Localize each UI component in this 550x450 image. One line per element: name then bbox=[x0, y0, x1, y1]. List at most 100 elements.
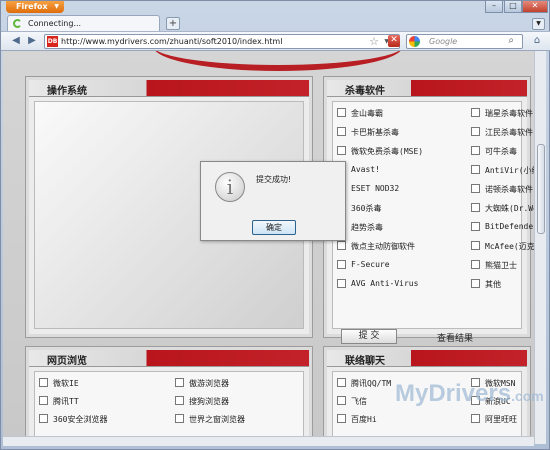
checkbox-label: 江民杀毒软件 bbox=[485, 128, 533, 137]
submit-button[interactable]: 提 交 bbox=[341, 329, 397, 344]
minimize-button[interactable]: – bbox=[485, 1, 503, 13]
checkbox[interactable] bbox=[471, 165, 480, 174]
maximize-button[interactable]: □ bbox=[504, 1, 522, 13]
checkbox-label: 卡巴斯基杀毒 bbox=[351, 128, 399, 137]
header-decoration bbox=[153, 51, 403, 71]
search-placeholder: Google bbox=[429, 37, 458, 46]
tab-list-button[interactable]: ▼ bbox=[532, 18, 545, 30]
checkbox-item[interactable]: 世界之窗浏览器 bbox=[175, 414, 295, 426]
checkbox[interactable] bbox=[471, 222, 480, 231]
view-results-link[interactable]: 查看结果 bbox=[437, 331, 473, 344]
checkbox-item[interactable]: McAfee(迈克 bbox=[471, 241, 534, 253]
checkbox[interactable] bbox=[337, 127, 346, 136]
checkbox[interactable] bbox=[471, 108, 480, 117]
checkbox-item[interactable]: 其他 bbox=[471, 279, 534, 291]
dialog-message: 提交成功! bbox=[256, 175, 292, 184]
panel-os-title: 操作系统 bbox=[47, 86, 87, 97]
checkbox-item[interactable]: 腾讯TT bbox=[39, 396, 159, 408]
checkbox-item[interactable]: BitDefender bbox=[471, 222, 534, 234]
checkbox[interactable] bbox=[471, 184, 480, 193]
panel-chat-header: 联络聊天 bbox=[327, 350, 527, 367]
chevron-down-icon: ▼ bbox=[54, 3, 59, 10]
checkbox-label: 金山毒霸 bbox=[351, 109, 383, 118]
ok-button[interactable]: 确定 bbox=[252, 220, 296, 235]
checkbox-label: 可牛杀毒 bbox=[485, 147, 517, 156]
checkbox[interactable] bbox=[337, 146, 346, 155]
checkbox[interactable] bbox=[39, 378, 48, 387]
panel-antivirus-body: 金山毒霸卡巴斯基杀毒微软免费杀毒(MSE) Avast! ESET NOD32 360… bbox=[332, 101, 534, 344]
home-button[interactable]: ⌂ bbox=[529, 35, 545, 48]
checkbox-item[interactable]: 微点主动防御软件 bbox=[337, 241, 449, 253]
checkbox[interactable] bbox=[471, 260, 480, 269]
checkbox[interactable] bbox=[471, 203, 480, 212]
checkbox[interactable] bbox=[471, 146, 480, 155]
panel-antivirus-title: 杀毒软件 bbox=[345, 86, 385, 97]
checkbox-item[interactable]: Avast! bbox=[337, 165, 449, 177]
checkbox[interactable] bbox=[337, 414, 346, 423]
checkbox-item[interactable]: 熊猫卫士 bbox=[471, 260, 534, 272]
checkbox-item[interactable]: 江民杀毒软件 bbox=[471, 127, 534, 139]
checkbox-item[interactable]: 卡巴斯基杀毒 bbox=[337, 127, 449, 139]
checkbox[interactable] bbox=[471, 279, 480, 288]
checkbox-item[interactable]: F-Secure bbox=[337, 260, 449, 272]
panel-browser-header: 网页浏览 bbox=[29, 350, 309, 367]
checkbox-label: F-Secure bbox=[351, 260, 390, 269]
search-box[interactable]: Google ⌕ bbox=[406, 34, 523, 49]
checkbox-label: 360杀毒 bbox=[351, 204, 382, 213]
checkbox-label: 阿里旺旺 bbox=[485, 415, 517, 424]
checkbox[interactable] bbox=[175, 378, 184, 387]
checkbox-item[interactable]: AVG Anti-Virus bbox=[337, 279, 449, 291]
checkbox-item[interactable]: 百度Hi bbox=[337, 414, 449, 426]
checkbox-label: 傲游浏览器 bbox=[189, 379, 229, 388]
checkbox-item[interactable]: 微软IE bbox=[39, 378, 159, 390]
checkbox[interactable] bbox=[471, 127, 480, 136]
checkbox[interactable] bbox=[337, 396, 346, 405]
checkbox-item[interactable]: 瑞星杀毒软件 bbox=[471, 108, 534, 120]
checkbox-item[interactable]: 可牛杀毒 bbox=[471, 146, 534, 158]
checkbox[interactable] bbox=[39, 396, 48, 405]
close-window-button[interactable]: ✕ bbox=[522, 1, 548, 13]
checkbox-item[interactable]: 微软免费杀毒(MSE) bbox=[337, 146, 449, 158]
url-text: http://www.mydrivers.com/zhuanti/soft201… bbox=[61, 37, 283, 46]
checkbox-item[interactable]: 趋势杀毒 bbox=[337, 222, 449, 234]
checkbox[interactable] bbox=[471, 241, 480, 250]
checkbox-item[interactable]: 诺顿杀毒软件 bbox=[471, 184, 534, 196]
url-bar[interactable]: DB http://www.mydrivers.com/zhuanti/soft… bbox=[44, 34, 400, 49]
checkbox-label: AVG Anti-Virus bbox=[351, 279, 419, 288]
checkbox-item[interactable]: 傲游浏览器 bbox=[175, 378, 295, 390]
checkbox-label: 熊猫卫士 bbox=[485, 261, 517, 270]
google-icon[interactable] bbox=[409, 36, 420, 47]
checkbox-item[interactable]: ESET NOD32 bbox=[337, 184, 449, 196]
checkbox[interactable] bbox=[337, 260, 346, 269]
firefox-menu-button[interactable]: Firefox ▼ bbox=[6, 1, 64, 13]
scrollbar-thumb[interactable] bbox=[537, 144, 545, 234]
checkbox-label: BitDefender bbox=[485, 222, 534, 231]
checkbox-item[interactable]: 阿里旺旺 bbox=[471, 414, 534, 426]
checkbox-item[interactable]: 360杀毒 bbox=[337, 203, 449, 215]
checkbox[interactable] bbox=[175, 414, 184, 423]
checkbox-item[interactable]: AntiVir(小红 bbox=[471, 165, 534, 177]
new-tab-button[interactable]: + bbox=[166, 17, 180, 30]
checkbox[interactable] bbox=[175, 396, 184, 405]
checkbox-label: 世界之窗浏览器 bbox=[189, 415, 245, 424]
tab-connecting[interactable]: Connecting... bbox=[7, 15, 160, 32]
back-button[interactable]: ◀ bbox=[9, 35, 23, 48]
checkbox[interactable] bbox=[337, 378, 346, 387]
checkbox-item[interactable]: 金山毒霸 bbox=[337, 108, 449, 120]
checkbox[interactable] bbox=[471, 414, 480, 423]
checkbox[interactable] bbox=[337, 108, 346, 117]
checkbox-item[interactable]: 搜狗浏览器 bbox=[175, 396, 295, 408]
checkbox[interactable] bbox=[39, 414, 48, 423]
bookmark-star-icon[interactable]: ☆ bbox=[369, 35, 379, 48]
checkbox-label: 腾讯TT bbox=[53, 397, 79, 406]
horizontal-scrollbar[interactable] bbox=[3, 436, 534, 446]
checkbox-label: 其他 bbox=[485, 280, 501, 289]
panel-antivirus-header: 杀毒软件 bbox=[327, 80, 527, 97]
checkbox[interactable] bbox=[337, 279, 346, 288]
stop-loading-button[interactable]: ✕ bbox=[388, 35, 400, 47]
forward-button[interactable]: ▶ bbox=[25, 35, 39, 48]
search-icon[interactable]: ⌕ bbox=[508, 35, 514, 46]
checkbox-item[interactable]: 360安全浏览器 bbox=[39, 414, 159, 426]
checkbox-item[interactable]: 大蜘蛛(Dr.We bbox=[471, 203, 534, 215]
checkbox[interactable] bbox=[337, 241, 346, 250]
